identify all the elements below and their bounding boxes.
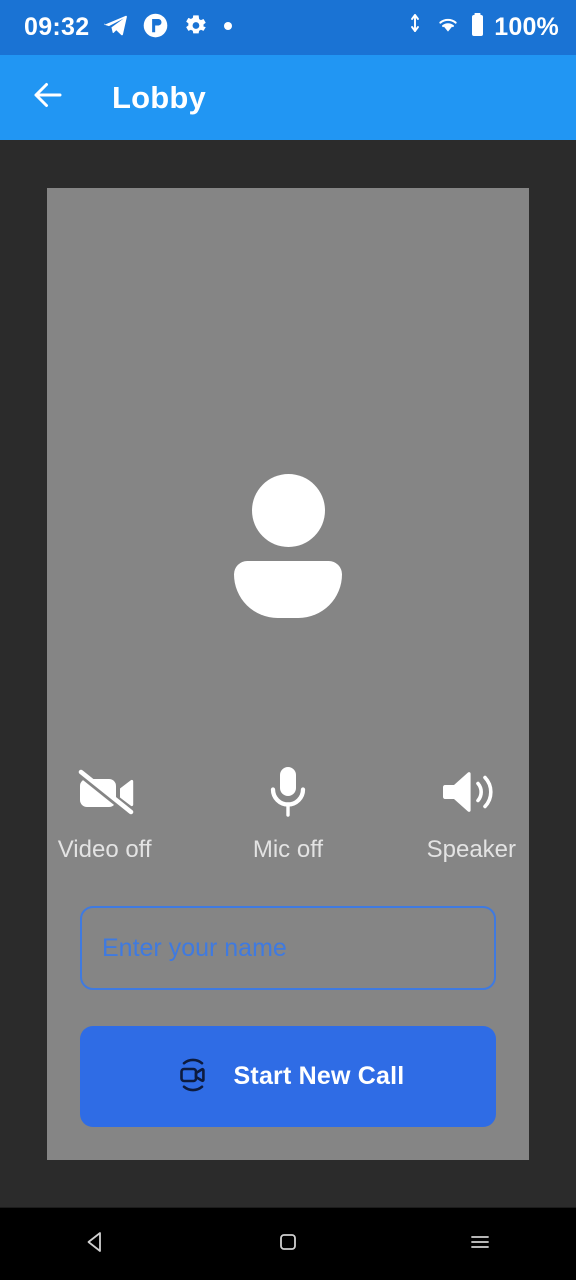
battery-icon — [469, 11, 486, 44]
nav-recents-button[interactable] — [432, 1214, 528, 1274]
app-circle-icon — [142, 12, 169, 44]
nav-recents-icon — [465, 1227, 495, 1262]
volume-up-icon — [440, 763, 502, 821]
back-button[interactable] — [26, 76, 70, 120]
telegram-icon — [102, 12, 129, 44]
gear-icon — [182, 12, 209, 44]
status-bar: 09:32 100% — [0, 0, 576, 55]
status-clock: 09:32 — [24, 13, 90, 41]
start-new-call-button[interactable]: Start New Call — [80, 1026, 496, 1127]
avatar-head — [251, 474, 325, 547]
app-bar: Lobby — [0, 55, 576, 140]
video-toggle-button[interactable]: Video off — [47, 763, 162, 862]
content-area: Video off Mic off Speaker Enter your nam… — [0, 140, 576, 1207]
call-controls: Video off Mic off Speaker — [47, 763, 529, 862]
page-title: Lobby — [112, 79, 206, 115]
speaker-toggle-label: Speaker — [426, 836, 517, 863]
video-call-icon — [172, 1054, 214, 1099]
person-avatar-icon — [47, 474, 529, 618]
battery-percentage: 100% — [494, 13, 559, 41]
dot-icon — [222, 19, 234, 37]
status-bar-right: 100% — [409, 11, 559, 44]
name-input[interactable] — [80, 906, 496, 990]
android-nav-bar — [0, 1207, 576, 1280]
nav-home-icon — [273, 1227, 303, 1262]
nav-back-button[interactable] — [48, 1214, 144, 1274]
nav-back-icon — [81, 1227, 111, 1262]
video-toggle-label: Video off — [57, 836, 152, 863]
wifi-icon — [434, 13, 462, 42]
avatar-body — [234, 561, 342, 618]
mic-toggle-label: Mic off — [252, 836, 324, 863]
status-bar-left: 09:32 — [24, 12, 234, 44]
videocam-off-icon — [74, 763, 136, 821]
mic-icon — [263, 763, 313, 821]
data-transfer-icon — [409, 12, 427, 43]
speaker-toggle-button[interactable]: Speaker — [414, 763, 529, 862]
mic-toggle-button[interactable]: Mic off — [230, 763, 345, 862]
phone-screen: 09:32 100% Lobby Video off Mic off Speak… — [0, 0, 576, 1280]
nav-home-button[interactable] — [240, 1214, 336, 1274]
start-new-call-label: Start New Call — [233, 1062, 405, 1090]
lobby-preview-card: Video off Mic off Speaker Enter your nam… — [47, 188, 529, 1160]
arrow-left-icon — [30, 77, 66, 118]
